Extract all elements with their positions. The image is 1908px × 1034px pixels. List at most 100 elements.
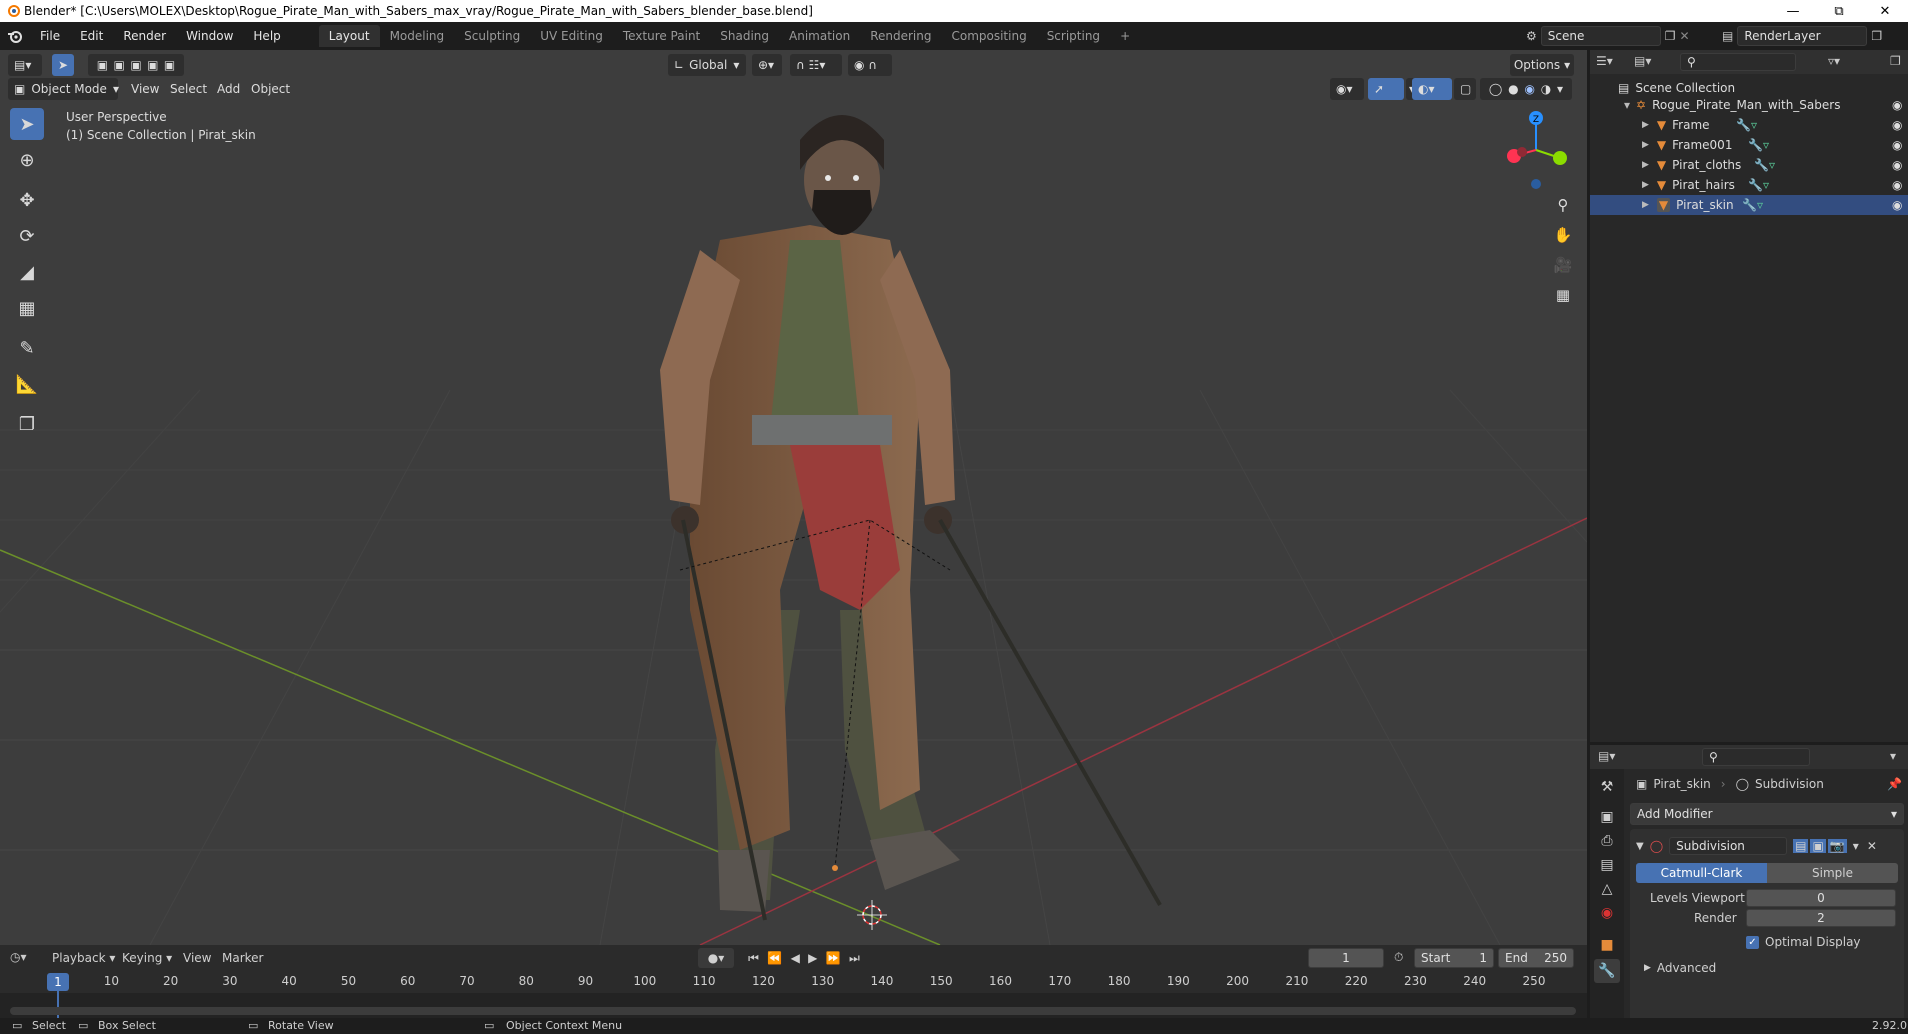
properties-search-input[interactable]: ⚲ [1702, 748, 1810, 766]
select-extend-icon[interactable]: ▣ [114, 58, 125, 72]
tab-output[interactable]: ⎙ [1594, 829, 1620, 853]
tab-scene[interactable]: △ [1594, 877, 1620, 901]
properties-editor-icon[interactable]: ▤▾ [1598, 749, 1615, 763]
navigation-gizmo[interactable]: Z [1496, 108, 1576, 194]
optimal-display-checkbox[interactable]: ✓ Optimal Display [1746, 935, 1861, 949]
eye-icon[interactable]: ◉ [1892, 178, 1902, 192]
expand-arrow-icon[interactable]: ▶ [1642, 160, 1649, 170]
timeline-scrollbar[interactable] [10, 1007, 1576, 1015]
eye-icon[interactable]: ◉ [1892, 198, 1902, 212]
outliner-row-frame001[interactable]: ▶ ▼ Frame001 🔧▿ ◉ [1590, 135, 1908, 155]
maximize-button[interactable]: ⧉ [1816, 0, 1862, 22]
render-layer-name-field[interactable]: RenderLayer [1737, 26, 1868, 46]
tab-texture-paint[interactable]: Texture Paint [613, 25, 710, 47]
measure-tool[interactable]: 📐 [10, 368, 44, 400]
zoom-view-button[interactable]: ⚲ [1550, 192, 1576, 218]
close-icon[interactable]: ✕ [1867, 839, 1877, 853]
editor-type-button[interactable]: ▤▾ [8, 54, 42, 76]
new-scene-icon[interactable]: ❐ [1665, 29, 1676, 43]
menu-view[interactable]: View [131, 82, 159, 96]
tab-scripting[interactable]: Scripting [1037, 25, 1110, 47]
snap-toggle[interactable]: ∩ ☷▾ [790, 54, 842, 76]
start-frame-field[interactable]: Start 1 [1414, 948, 1494, 968]
frame-ruler[interactable]: 10 20 30 40 50 60 70 80 90 100 110 120 130 140 150 160 1… [0, 971, 1587, 993]
material-shading-icon[interactable]: ◉ [1524, 82, 1534, 96]
outliner-collection-row[interactable]: ▾ ✡ Rogue_Pirate_Man_with_Sabers ◉ [1590, 95, 1908, 115]
jump-start-icon[interactable]: ⏮ [748, 951, 759, 966]
timeline-editor-icon[interactable]: ◷▾ [10, 950, 27, 964]
prev-keyframe-icon[interactable]: ⏪ [767, 951, 782, 965]
outliner-row-pirat-cloths[interactable]: ▶ ▼ Pirat_cloths 🔧▿ ◉ [1590, 155, 1908, 175]
next-keyframe-icon[interactable]: ⏩ [826, 951, 841, 965]
outliner-search-input[interactable]: ⚲ [1680, 53, 1796, 71]
transform-orientation-dropdown[interactable]: ∟ Global ▾ [668, 54, 746, 76]
viewport-display-toggle-icon[interactable]: ▣ [1810, 839, 1826, 853]
chevron-down-icon[interactable]: ▾ [1890, 749, 1896, 763]
play-icon[interactable]: ▶ [808, 951, 817, 965]
tab-view-layer[interactable]: ▤ [1594, 853, 1620, 877]
stopwatch-icon[interactable]: ⏱ [1394, 950, 1403, 965]
modifier-name-field[interactable]: Subdivision [1669, 837, 1788, 855]
options-dropdown[interactable]: Options ▾ [1510, 54, 1574, 76]
expand-arrow-icon[interactable]: ▶ [1642, 200, 1649, 210]
cursor-tool[interactable]: ⊕ [10, 144, 44, 176]
shading-mode-buttons[interactable]: ◯ ● ◉ ◑ ▾ [1480, 78, 1572, 100]
tab-modeling[interactable]: Modeling [380, 25, 455, 47]
overlays-toggle[interactable]: ◐▾ [1412, 78, 1452, 100]
chevron-down-icon[interactable]: ▾ [1557, 82, 1563, 96]
modifier-wrench-icon[interactable]: 🔧▿ [1748, 178, 1769, 192]
menu-timeline-view[interactable]: View [183, 951, 211, 965]
eye-icon[interactable]: ◉ [1892, 138, 1902, 152]
levels-viewport-field[interactable]: 0 [1746, 889, 1896, 907]
blender-menu-icon[interactable] [0, 29, 30, 43]
menu-keying[interactable]: Keying ▾ [122, 951, 172, 965]
add-cube-tool[interactable]: ❐ [10, 408, 44, 440]
modifier-wrench-icon[interactable]: 🔧▿ [1742, 198, 1763, 212]
end-frame-field[interactable]: End 250 [1498, 948, 1574, 968]
render-toggle-icon[interactable]: 📷 [1827, 839, 1847, 853]
pin-icon[interactable]: 📌 [1887, 777, 1902, 791]
chevron-down-icon[interactable]: ▾ [1853, 839, 1859, 853]
pan-view-button[interactable]: ✋ [1550, 222, 1576, 248]
menu-render[interactable]: Render [113, 29, 176, 43]
expand-arrow-icon[interactable]: ▾ [1624, 98, 1630, 112]
expand-arrow-icon[interactable]: ▶ [1642, 180, 1649, 190]
outliner-row-pirat-skin[interactable]: ▶ ▼ Pirat_skin 🔧▿ ◉ [1590, 195, 1908, 215]
tab-world[interactable]: ◉ [1594, 901, 1620, 925]
outliner-editor-icon[interactable]: ☰▾ [1596, 54, 1613, 68]
modifier-wrench-icon[interactable]: 🔧▿ [1748, 138, 1769, 152]
select-invert-icon[interactable]: ▣ [147, 58, 158, 72]
tab-tool[interactable]: ⚒ [1594, 775, 1620, 799]
menu-help[interactable]: Help [243, 29, 290, 43]
edit-mode-toggle-icon[interactable]: ▤ [1793, 839, 1809, 853]
new-collection-icon[interactable]: ❐ [1890, 54, 1901, 68]
simple-button[interactable]: Simple [1767, 863, 1898, 883]
wireframe-shading-icon[interactable]: ◯ [1489, 82, 1502, 96]
eye-icon[interactable]: ◉ [1892, 98, 1902, 112]
menu-select[interactable]: Select [170, 82, 207, 96]
tab-animation[interactable]: Animation [779, 25, 860, 47]
menu-window[interactable]: Window [176, 29, 243, 43]
select-intersect-icon[interactable]: ▣ [164, 58, 175, 72]
outliner-row-pirat-hairs[interactable]: ▶ ▼ Pirat_hairs 🔧▿ ◉ [1590, 175, 1908, 195]
new-render-layer-icon[interactable]: ❐ [1871, 29, 1882, 43]
3d-viewport[interactable]: ▤▾ ➤ ▣ ▣ ▣ ▣ ▣ ∟ Global ▾ ⊕▾ ∩ ☷▾ ◉ ∩ Op… [0, 50, 1587, 945]
rotate-tool[interactable]: ⟳ [10, 220, 44, 252]
render-levels-field[interactable]: 2 [1746, 909, 1896, 927]
add-modifier-dropdown[interactable]: Add Modifier ▾ [1630, 803, 1904, 825]
advanced-subpanel[interactable]: ▶ Advanced [1644, 961, 1716, 975]
auto-keying-toggle[interactable]: ●▾ [698, 948, 734, 968]
camera-view-button[interactable]: 🎥 [1550, 252, 1576, 278]
display-mode-icon[interactable]: ▤▾ [1634, 54, 1651, 68]
filter-icon[interactable]: ▿▾ [1828, 54, 1840, 68]
selection-mode-buttons[interactable]: ▣ ▣ ▣ ▣ ▣ [88, 54, 184, 76]
expand-arrow-icon[interactable]: ▶ [1642, 120, 1649, 130]
tab-sculpting[interactable]: Sculpting [454, 25, 530, 47]
minimize-button[interactable]: — [1770, 0, 1816, 22]
select-box-tool[interactable]: ➤ [10, 108, 44, 140]
jump-end-icon[interactable]: ⏭ [849, 951, 860, 966]
transform-tool[interactable]: ▦ [10, 292, 44, 324]
rendered-shading-icon[interactable]: ◑ [1541, 82, 1551, 96]
add-workspace-icon[interactable]: + [1110, 25, 1140, 47]
menu-playback[interactable]: Playback ▾ [52, 951, 115, 965]
